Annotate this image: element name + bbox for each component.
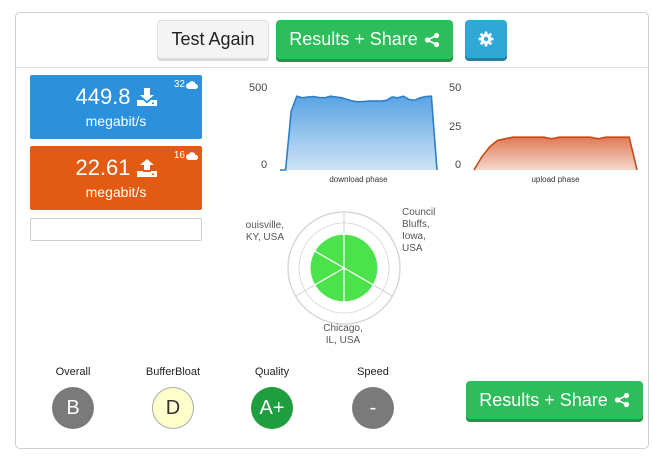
share-icon [424, 32, 439, 47]
upload-chart [473, 136, 638, 171]
location-left-line2: KY, USA [245, 232, 284, 243]
grade-label-speed: Speed [357, 366, 389, 378]
location-right: Council Bluffs, Iowa, USA [402, 207, 435, 255]
grade-bufferbloat: D [152, 387, 194, 429]
results-share-bottom-button[interactable]: Results + Share [466, 381, 643, 419]
empty-status-box [30, 218, 202, 241]
download-unit: megabit/s [85, 113, 147, 129]
header-divider [16, 67, 648, 68]
download-value: 449.8 [75, 84, 131, 109]
results-share-label: Results + Share [289, 29, 418, 49]
upload-speed-box: 16 22.61 megabit/s [30, 146, 202, 210]
location-bottom: Chicago, IL, USA [313, 323, 373, 347]
latency-radar-chart [287, 211, 401, 325]
dl-chart-area [280, 96, 437, 170]
test-again-button[interactable]: Test Again [157, 20, 269, 59]
upload-value-line: 22.61 [30, 155, 202, 183]
results-share-bottom-label: Results + Share [479, 389, 608, 410]
download-value-line: 449.8 [30, 84, 202, 112]
location-bottom-line2: IL, USA [325, 335, 361, 346]
download-speed-box: 32 449.8 megabit/s [30, 75, 202, 139]
grade-label-bufferbloat: BufferBloat [145, 366, 201, 378]
location-left-line1: ouisville, [245, 220, 284, 231]
ul-chart-area [474, 137, 637, 170]
upload-value: 22.61 [75, 155, 131, 180]
location-right-line2: Bluffs, [402, 219, 430, 230]
location-right-line1: Council [402, 207, 436, 218]
location-left: ouisville, KY, USA [243, 220, 284, 244]
grade-quality: A+ [251, 387, 293, 429]
share-icon [614, 392, 629, 408]
upload-y-min: 0 [455, 159, 462, 171]
location-right-line3: Iowa, [402, 231, 426, 242]
settings-button[interactable] [465, 20, 507, 58]
download-y-max: 500 [249, 82, 268, 94]
upload-unit: megabit/s [85, 184, 147, 200]
results-share-button[interactable]: Results + Share [276, 20, 453, 59]
download-icon [136, 88, 157, 106]
download-y-min: 0 [261, 159, 268, 171]
grade-overall: B [52, 387, 94, 429]
location-bottom-line1: Chicago, [323, 323, 363, 334]
location-right-line4: USA [402, 243, 423, 254]
upload-icon [136, 159, 157, 177]
grade-label-overall: Overall [55, 366, 91, 378]
upload-y-mid: 25 [449, 121, 462, 133]
download-chart [280, 95, 438, 171]
test-again-label: Test Again [171, 29, 255, 49]
upload-y-max: 50 [449, 82, 462, 94]
grade-label-quality: Quality [254, 366, 290, 378]
upload-phase-label: upload phase [531, 175, 580, 184]
gear-icon [478, 31, 494, 47]
download-phase-label: download phase [329, 175, 388, 184]
grade-speed: - [352, 387, 394, 429]
